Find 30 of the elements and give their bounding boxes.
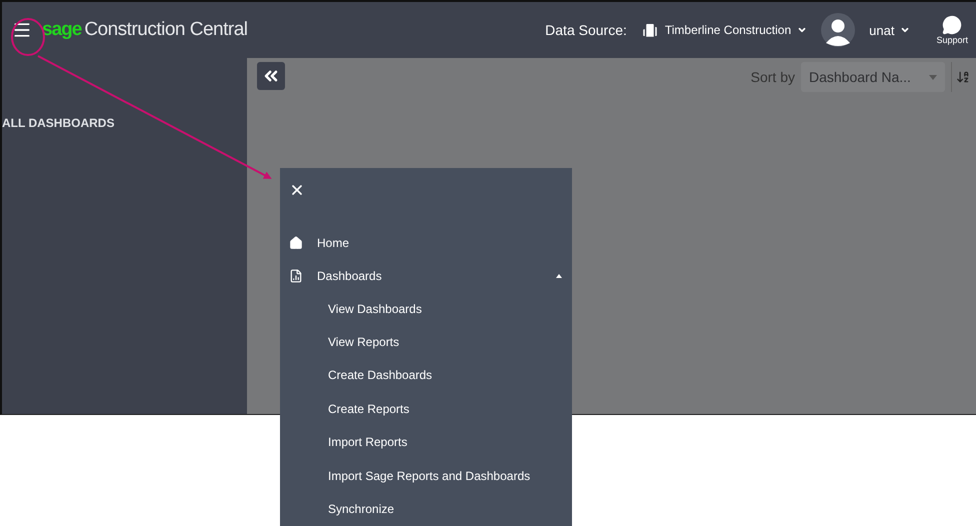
caret-icon	[929, 74, 937, 80]
building-icon	[640, 21, 659, 39]
user-menu[interactable]: unat	[869, 22, 910, 38]
submenu-item[interactable]: Create Dashboards	[280, 358, 572, 392]
chart-file-icon	[289, 268, 303, 282]
close-icon	[289, 182, 305, 198]
caret-icon	[900, 25, 910, 35]
chat-bubble-icon	[942, 15, 962, 35]
submenu-item[interactable]: View Dashboards	[280, 292, 572, 326]
submenu-item[interactable]: Synchronize	[280, 492, 572, 526]
support-button[interactable]: Support	[936, 15, 968, 45]
data-source-dropdown[interactable]: Timberline Construction	[640, 21, 808, 39]
menu-item[interactable]: Dashboards	[280, 259, 572, 292]
app-logo: sageConstruction Central	[42, 19, 248, 41]
submenu-item[interactable]: View Reports	[280, 325, 572, 359]
close-button[interactable]	[289, 182, 305, 198]
menu-item[interactable]: Home	[280, 226, 572, 259]
sidebar-heading: ALL DASHBOARDS	[2, 116, 116, 130]
caret-icon	[556, 274, 562, 278]
caret-icon	[797, 25, 808, 35]
submenu-item[interactable]: Create Reports	[280, 392, 572, 426]
sort-direction-button[interactable]	[951, 62, 970, 92]
submenu-item[interactable]: Import Sage Reports and Dashboards	[280, 458, 572, 492]
submenu-item[interactable]: Import Reports	[280, 426, 572, 459]
sort-label: Sort by	[750, 69, 795, 85]
collapse-button[interactable]	[257, 62, 285, 90]
sort-icon	[956, 70, 970, 84]
avatar-icon[interactable]	[821, 13, 856, 47]
home-icon	[289, 236, 303, 250]
data-source-label: Data Source:	[545, 22, 627, 38]
